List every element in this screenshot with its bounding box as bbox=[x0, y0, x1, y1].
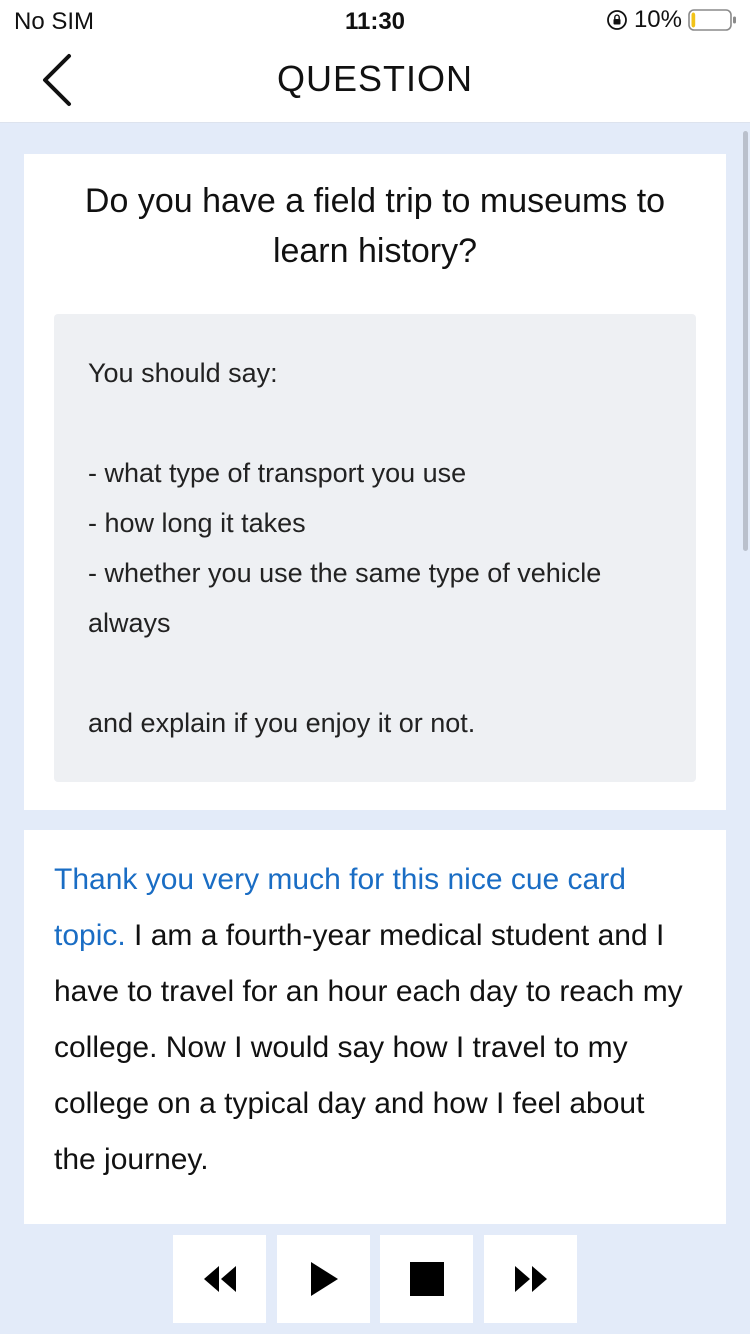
orientation-lock-icon bbox=[607, 10, 627, 30]
audio-player-bar bbox=[0, 1224, 750, 1334]
page-title: QUESTION bbox=[276, 58, 473, 99]
cue-card-box: You should say: - what type of transport… bbox=[54, 314, 696, 782]
content-scroll-area[interactable]: Do you have a field trip to museums to l… bbox=[0, 123, 750, 1224]
battery-icon bbox=[688, 9, 736, 31]
rewind-button[interactable] bbox=[173, 1235, 266, 1323]
cue-card-text: You should say: - what type of transport… bbox=[88, 358, 602, 738]
stop-button[interactable] bbox=[380, 1235, 473, 1323]
fast-forward-button[interactable] bbox=[484, 1235, 577, 1323]
status-bar: No SIM 11:30 10% bbox=[0, 0, 750, 40]
scrollbar[interactable] bbox=[743, 131, 748, 551]
fast-forward-icon bbox=[514, 1266, 547, 1292]
battery-fill bbox=[691, 12, 696, 28]
question-title: Do you have a field trip to museums to l… bbox=[84, 182, 666, 270]
answer-body: I am a fourth-year medical student and I… bbox=[54, 919, 683, 1176]
status-right-group: 10% bbox=[606, 6, 738, 34]
stop-icon bbox=[409, 1262, 444, 1296]
battery-percent: 10% bbox=[633, 6, 682, 33]
answer-text: Thank you very much for this nice cue ca… bbox=[54, 852, 694, 1188]
navigation-bar: QUESTION bbox=[0, 40, 750, 123]
play-button[interactable] bbox=[277, 1235, 370, 1323]
answer-card: Thank you very much for this nice cue ca… bbox=[24, 830, 726, 1224]
question-card: Do you have a field trip to museums to l… bbox=[24, 154, 726, 810]
rewind-icon bbox=[203, 1266, 236, 1292]
play-icon bbox=[310, 1262, 338, 1296]
